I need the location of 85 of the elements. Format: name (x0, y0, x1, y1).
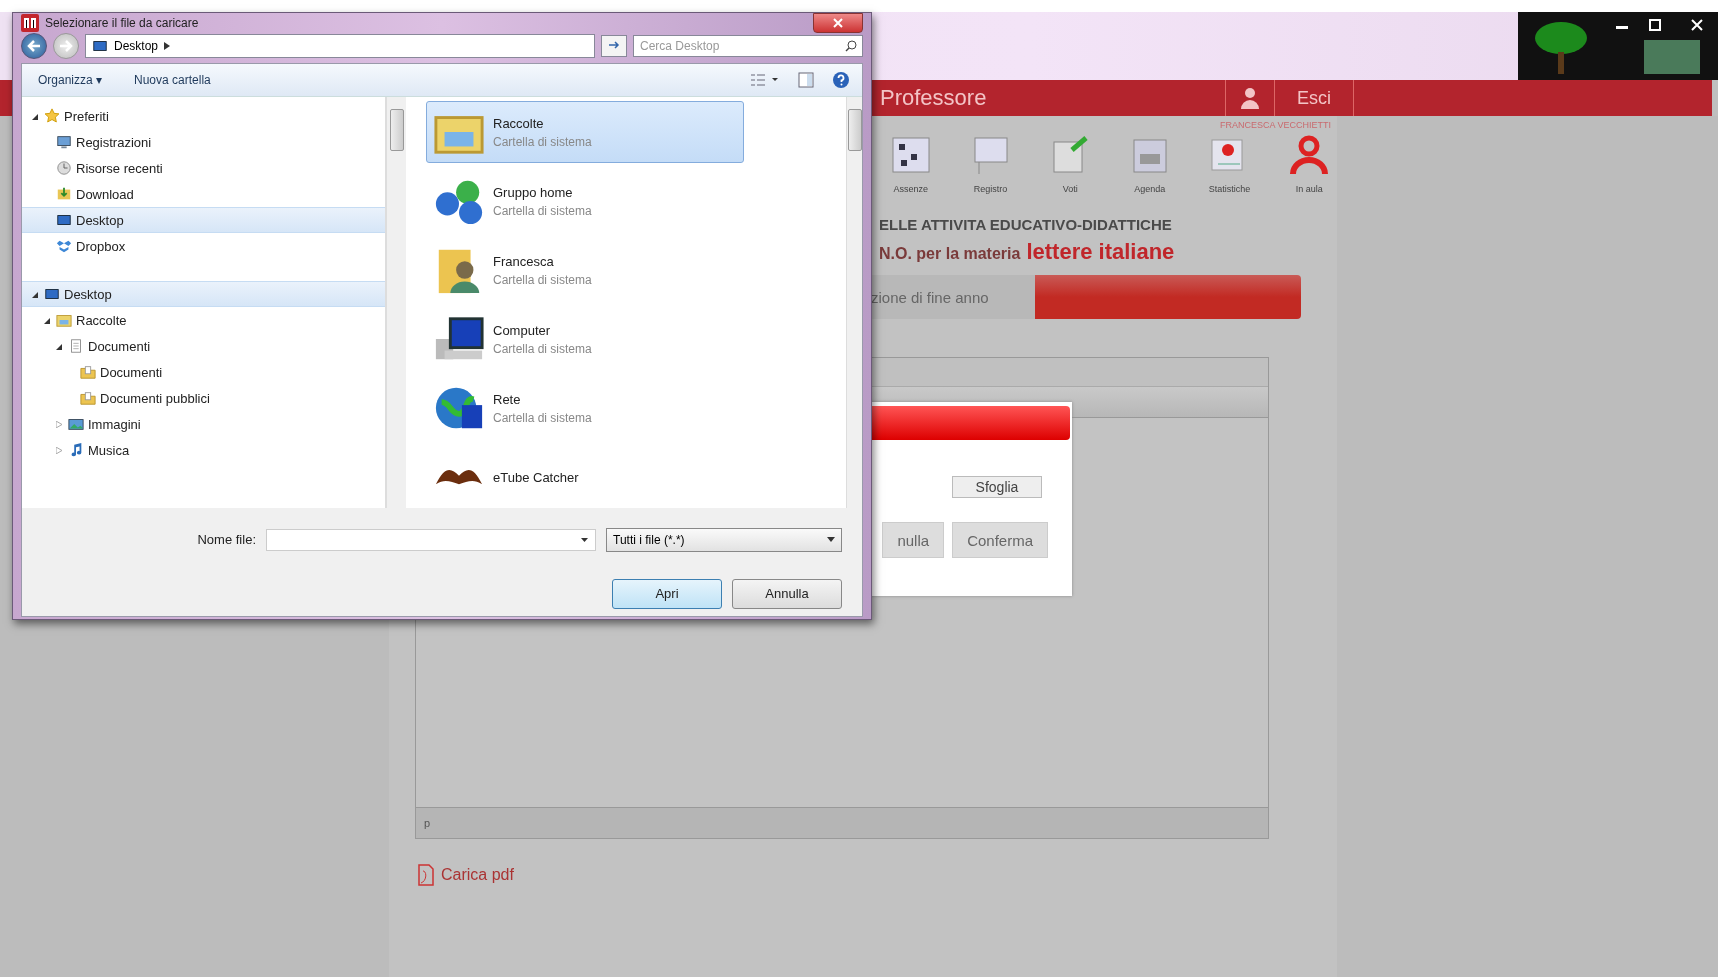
desktop-icon (44, 286, 60, 302)
clock-icon (56, 160, 72, 176)
tree-item[interactable]: Documenti (22, 333, 385, 359)
tree-item[interactable]: Desktop (22, 207, 385, 233)
search-icon (845, 40, 857, 52)
panel-footer-text: p (424, 817, 431, 829)
tree-item[interactable]: Download (22, 181, 385, 207)
address-bar[interactable]: Desktop (85, 34, 595, 58)
expanded-caret-icon[interactable] (32, 112, 38, 120)
box-icon (56, 238, 72, 254)
subject-name: lettere italiane (1026, 239, 1175, 265)
file-type-dropdown[interactable]: Tutti i file (*.*) (606, 527, 842, 552)
upload-link[interactable]: Carica pdf (415, 863, 514, 887)
filename-field[interactable] (266, 528, 596, 551)
dialog-title: Selezionare il file da caricare (45, 16, 200, 30)
collapsed-caret-icon[interactable] (56, 420, 62, 428)
desktop-icon (56, 212, 72, 228)
expanded-caret-icon[interactable] (32, 290, 38, 298)
monitor-icon (56, 134, 72, 150)
library-folder-icon (56, 312, 72, 328)
modal-button[interactable]: Conferma (952, 522, 1048, 558)
forward-button[interactable] (53, 33, 79, 59)
tree-item[interactable]: Immagini (22, 411, 385, 437)
dialog-button[interactable]: Apri (612, 578, 722, 609)
command-button[interactable]: Nuova cartella (130, 71, 215, 89)
expanded-caret-icon[interactable] (44, 316, 50, 324)
toolbar-button[interactable]: Statistiche (1201, 134, 1258, 194)
modal-button[interactable]: nulla (882, 522, 945, 558)
expanded-caret-icon[interactable] (56, 342, 62, 350)
filename-label: Nome file: (197, 532, 256, 547)
app-title: Professore (880, 85, 988, 111)
pictures-icon (68, 416, 84, 432)
star-icon (44, 108, 60, 124)
tree-item[interactable]: Documenti (22, 359, 385, 385)
file-item[interactable]: Francesca Cartella di sistema (426, 239, 744, 301)
browse-button[interactable]: Sfoglia (952, 476, 1042, 498)
file-item[interactable]: Rete Cartella di sistema (426, 377, 744, 439)
collapsed-caret-icon[interactable] (56, 446, 62, 454)
subheading: N.O. per la materia (879, 245, 1021, 263)
file-item[interactable]: Computer Cartella di sistema (426, 308, 744, 370)
toolbar-button[interactable]: Voti (1042, 134, 1098, 194)
user-name: FRANCESCA VECCHIETTI (1220, 120, 1331, 130)
file-item[interactable]: Raccolte Cartella di sistema (426, 101, 744, 163)
pdf-icon (415, 863, 437, 887)
scrollbar[interactable] (846, 97, 862, 508)
toolbar-button[interactable]: Assenze (883, 134, 939, 194)
tree-item[interactable]: Documenti pubblici (22, 385, 385, 411)
back-button[interactable] (21, 33, 47, 59)
help-icon[interactable] (832, 71, 850, 89)
toolbar-button[interactable]: Agenda (1122, 134, 1178, 194)
left-arrow-icon (27, 40, 41, 52)
scrollbar[interactable] (386, 97, 406, 508)
refresh-icon (607, 40, 621, 50)
file-item[interactable]: eTube Catcher (426, 446, 744, 508)
caret-icon (827, 537, 835, 542)
caret-icon (164, 42, 171, 50)
tree-item[interactable]: Preferiti (22, 103, 385, 129)
app-logo-icon (21, 14, 39, 32)
command-button[interactable]: Organizza ▾ (34, 71, 107, 89)
person-icon[interactable] (1240, 87, 1260, 109)
view-options-icon[interactable] (750, 73, 780, 87)
download-folder-icon (56, 186, 72, 202)
folder-icon (80, 390, 96, 406)
breadcrumb-item[interactable]: Desktop (114, 39, 159, 53)
tree-item[interactable]: Raccolte (22, 307, 385, 333)
page-heading: ELLE ATTIVITA EDUCATIVO-DIDATTICHE (879, 216, 1172, 233)
toolbar-button[interactable]: In aula (1281, 134, 1338, 194)
close-icon (833, 18, 843, 28)
dialog-button[interactable]: Annulla (732, 578, 842, 609)
desktop-icon (92, 38, 108, 54)
tree-item[interactable]: Dropbox (22, 233, 385, 259)
tree-item[interactable]: Risorse recenti (22, 155, 385, 181)
tree-item[interactable]: Registrazioni (22, 129, 385, 155)
search-field[interactable]: Cerca Desktop (633, 35, 863, 57)
right-arrow-icon (59, 40, 73, 52)
refresh-button[interactable] (601, 35, 627, 57)
file-item[interactable]: Gruppo home Cartella di sistema (426, 170, 744, 232)
close-button[interactable] (813, 13, 863, 33)
document-icon (68, 338, 84, 354)
folder-icon (80, 364, 96, 380)
preview-pane-icon[interactable] (798, 72, 814, 88)
tree-item[interactable]: Musica (22, 437, 385, 463)
caret-icon[interactable] (581, 537, 588, 542)
toolbar-button[interactable]: Registro (962, 134, 1019, 194)
tree-item[interactable]: Desktop (22, 281, 385, 307)
